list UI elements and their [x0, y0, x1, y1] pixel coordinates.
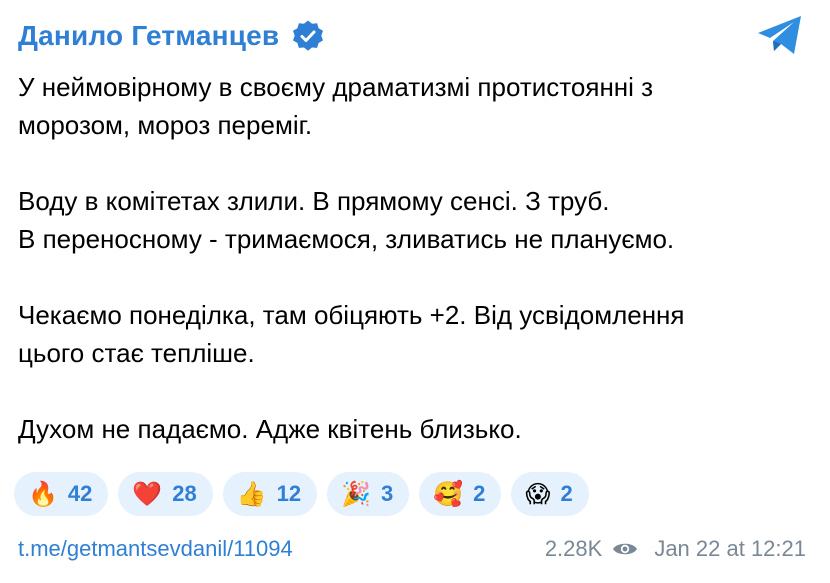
reaction-smiling-hearts[interactable]: 🥰 2 — [419, 472, 502, 516]
author-name[interactable]: Данило Гетманцев — [18, 20, 279, 52]
message-line: В переносному - тримаємося, зливатись не… — [18, 224, 675, 254]
reaction-count: 42 — [67, 481, 93, 506]
heart-icon: ❤️ — [132, 480, 163, 508]
reaction-count: 2 — [560, 481, 573, 506]
view-count: 2.28K — [544, 536, 603, 561]
eye-icon — [613, 543, 638, 555]
reactions-bar: 🔥 42 ❤️ 28 👍 12 🎉 3 🥰 2 😱 2 — [14, 472, 589, 516]
thumbs-up-icon: 👍 — [236, 480, 267, 508]
message-line: морозом, мороз переміг. — [18, 110, 313, 140]
post-meta: 2.28K Jan 22 at 12:21 — [545, 536, 806, 562]
verified-badge-icon — [293, 20, 324, 51]
reaction-scream[interactable]: 😱 2 — [511, 472, 589, 516]
party-popper-icon: 🎉 — [341, 480, 372, 508]
post-footer: t.me/getmantsevdanil/11094 2.28K Jan 22 … — [18, 532, 806, 566]
reaction-count: 28 — [172, 481, 197, 506]
reaction-fire[interactable]: 🔥 42 — [14, 472, 109, 516]
reaction-thumbs-up[interactable]: 👍 12 — [222, 472, 318, 516]
message-line: Воду в комітетах злили. В прямому сенсі.… — [18, 186, 610, 216]
post-link[interactable]: t.me/getmantsevdanil/11094 — [18, 536, 293, 562]
smiling-face-hearts-icon: 🥰 — [433, 480, 464, 508]
message-line: Духом не падаємо. Адже квітень близько. — [18, 414, 522, 444]
message-line: цього стає тепліше. — [18, 338, 255, 368]
reaction-party[interactable]: 🎉 3 — [327, 472, 410, 516]
post-header: Данило Гетманцев — [18, 16, 325, 56]
message-line: Чекаємо понеділка, там обіцяють +2. Від … — [18, 300, 685, 330]
reaction-count: 2 — [473, 481, 486, 506]
message-text: У неймовірному в своєму драматизмі проти… — [18, 68, 818, 448]
telegram-post: Данило Гетманцев У неймовірному в своєму… — [0, 0, 830, 583]
reaction-count: 3 — [381, 481, 394, 506]
reaction-heart[interactable]: ❤️ 28 — [118, 472, 213, 516]
fire-icon: 🔥 — [28, 480, 58, 508]
screaming-face-icon: 😱 — [525, 480, 551, 508]
reaction-count: 12 — [276, 481, 302, 506]
telegram-icon[interactable] — [756, 14, 804, 56]
timestamp: Jan 22 at 12:21 — [654, 536, 806, 561]
message-line: У неймовірному в своєму драматизмі проти… — [18, 72, 654, 102]
